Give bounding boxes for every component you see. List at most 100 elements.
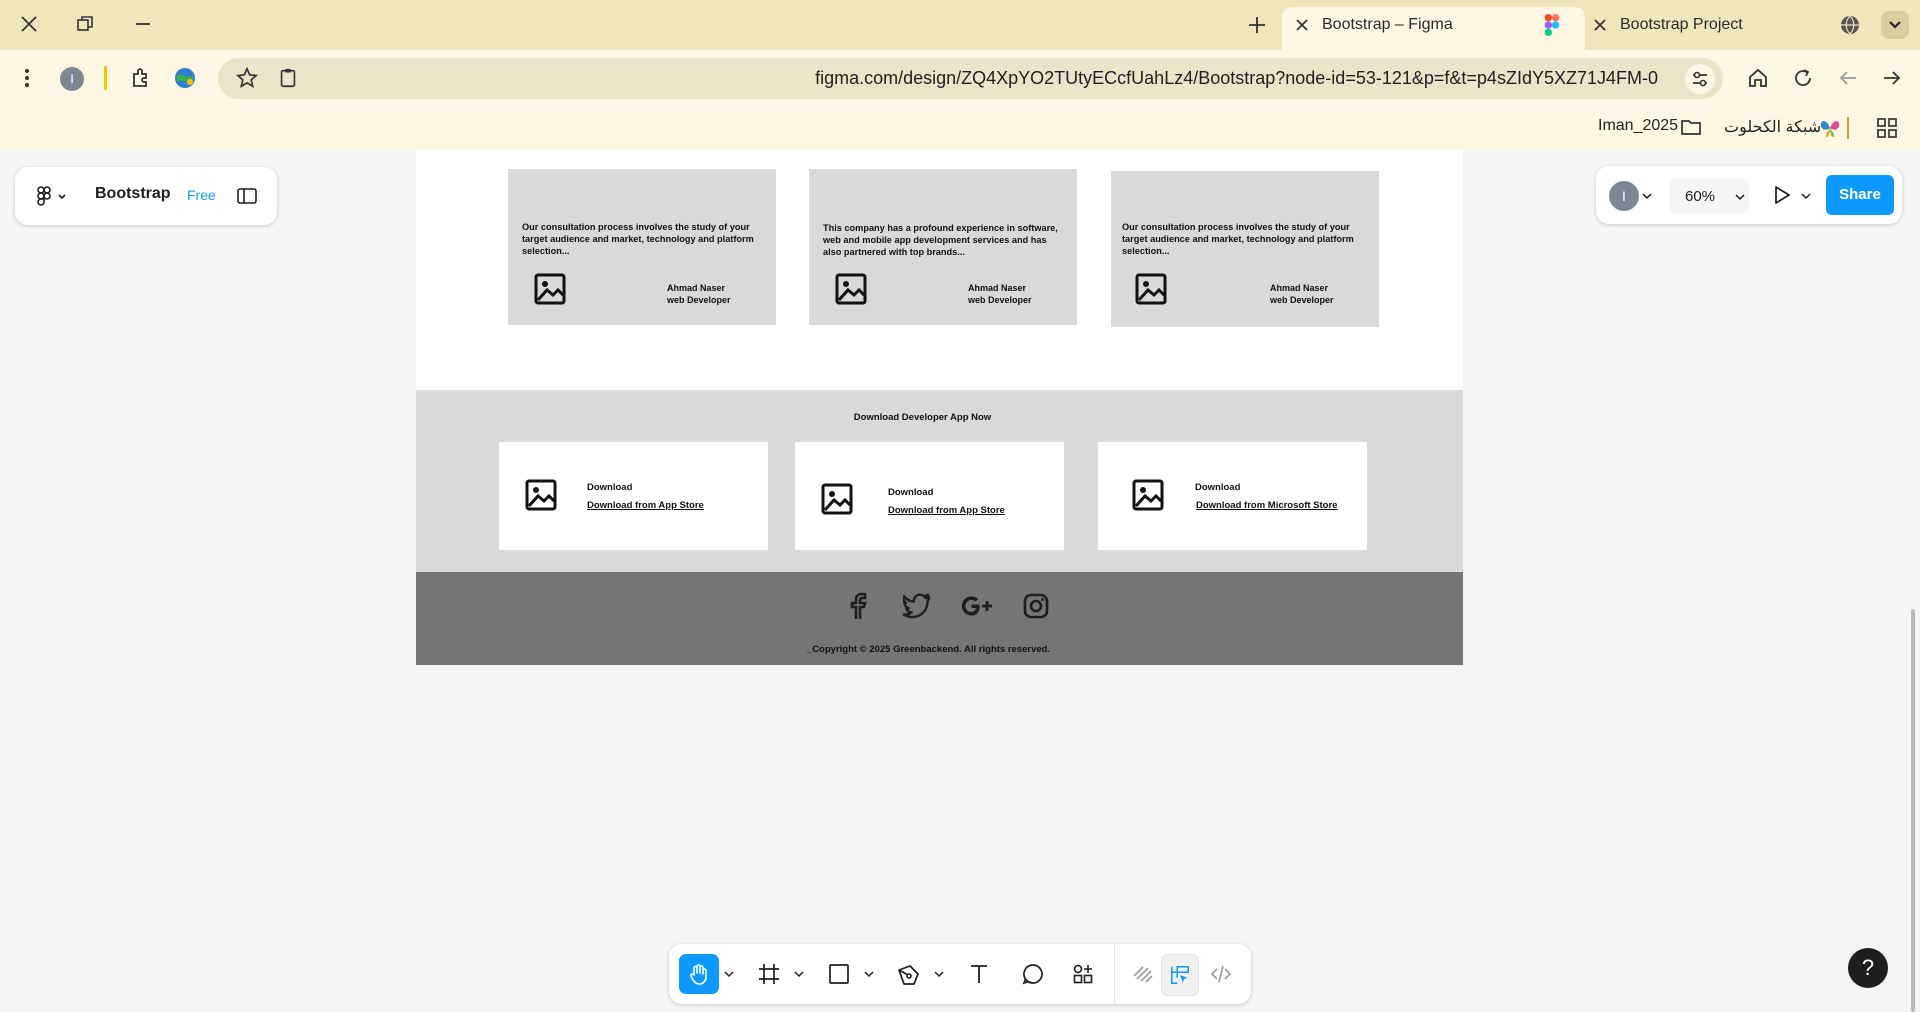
- instagram-icon[interactable]: [1023, 593, 1049, 619]
- help-button[interactable]: ?: [1848, 948, 1888, 988]
- testimonial-text: This company has a profound experience i…: [823, 223, 1058, 257]
- bookmark-folder-label[interactable]: Iman_2025: [1598, 117, 1678, 135]
- collaboration-panel: I 60% Share: [1596, 166, 1902, 224]
- testimonial-author: Ahmad Naser web Developer: [1270, 282, 1334, 306]
- download-link[interactable]: Download from App Store: [587, 500, 704, 511]
- forward-arrow-icon[interactable]: [1880, 66, 1904, 90]
- design-footer[interactable]: _Copyright © 2025 Greenbackend. All righ…: [416, 572, 1463, 665]
- folder-icon[interactable]: [1680, 117, 1702, 137]
- actions-tool-button[interactable]: [1063, 954, 1103, 994]
- restore-window-icon[interactable]: [75, 14, 95, 34]
- clipboard-icon[interactable]: [277, 67, 299, 89]
- tab-title: Bootstrap – Figma: [1322, 16, 1453, 33]
- url-text[interactable]: figma.com/design/ZQ4XpYO2TUtyECcfUahLz4/…: [815, 68, 1658, 89]
- new-tab-icon[interactable]: [1246, 14, 1268, 36]
- chevron-down-icon[interactable]: [721, 954, 737, 994]
- image-placeholder-icon: [525, 479, 557, 511]
- tab-title[interactable]: Bootstrap Project: [1620, 16, 1743, 34]
- download-link[interactable]: Download from Microsoft Store: [1196, 500, 1337, 511]
- author-role: web Developer: [1270, 295, 1334, 305]
- download-link[interactable]: Download from App Store: [888, 505, 1005, 516]
- twitter-icon[interactable]: [903, 593, 931, 619]
- dev-mode-button[interactable]: [1201, 954, 1241, 994]
- rectangle-icon: [829, 964, 849, 984]
- site-settings-button[interactable]: [1685, 64, 1715, 94]
- chevron-down-icon[interactable]: [791, 954, 807, 994]
- file-panel: Bootstrap Free: [15, 167, 277, 225]
- user-avatar[interactable]: I: [1609, 181, 1639, 211]
- author-name: Ahmad Naser: [667, 283, 726, 293]
- minimize-window-icon[interactable]: [133, 14, 153, 34]
- chevron-down-icon[interactable]: [1801, 191, 1811, 201]
- extensions-icon[interactable]: [129, 66, 153, 90]
- reload-icon[interactable]: [1791, 66, 1815, 90]
- download-label: Download: [888, 487, 934, 498]
- draw-mode-button[interactable]: [1123, 954, 1163, 994]
- testimonial-author: Ahmad Naser web Developer: [968, 282, 1032, 306]
- design-frame[interactable]: Our consultation process involves the st…: [416, 149, 1463, 665]
- toolbar-divider: [104, 66, 107, 90]
- pen-tool-button[interactable]: [889, 954, 929, 994]
- figma-canvas[interactable]: Our consultation process involves the st…: [0, 149, 1920, 1012]
- image-placeholder-icon: [1132, 479, 1164, 511]
- chevron-down-icon: [1889, 21, 1901, 29]
- figma-main-menu-button[interactable]: [36, 186, 70, 206]
- zoom-control[interactable]: 60%: [1669, 179, 1749, 213]
- figma-favicon-icon: [1544, 14, 1560, 36]
- download-card[interactable]: Download Download from App Store: [499, 442, 768, 550]
- hand-icon: [690, 964, 707, 985]
- home-icon[interactable]: [1746, 66, 1770, 90]
- code-icon: [1210, 965, 1232, 983]
- testimonial-text: Our consultation process involves the st…: [522, 222, 754, 256]
- globe-favicon-icon: [1840, 15, 1860, 35]
- chevron-down-icon[interactable]: [1642, 191, 1652, 201]
- plan-badge[interactable]: Free: [187, 187, 216, 203]
- tab-search-button[interactable]: [1881, 11, 1909, 39]
- rectangle-tool-button[interactable]: [819, 954, 859, 994]
- apps-grid-icon[interactable]: [1876, 117, 1898, 139]
- image-placeholder-icon: [534, 273, 566, 305]
- tab-bootstrap-figma[interactable]: Bootstrap – Figma: [1282, 7, 1585, 50]
- present-play-icon[interactable]: [1771, 184, 1793, 206]
- author-role: web Developer: [667, 295, 731, 305]
- design-mode-button[interactable]: [1161, 954, 1199, 996]
- zoom-level: 60%: [1685, 188, 1716, 205]
- testimonial-card[interactable]: This company has a profound experience i…: [809, 169, 1077, 325]
- address-bar[interactable]: figma.com/design/ZQ4XpYO2TUtyECcfUahLz4/…: [218, 58, 1723, 99]
- download-label: Download: [1195, 482, 1241, 493]
- close-tab-icon[interactable]: [1293, 16, 1311, 34]
- profile-avatar[interactable]: I: [60, 67, 84, 91]
- pen-icon: [898, 965, 919, 985]
- testimonial-card[interactable]: Our consultation process involves the st…: [508, 169, 776, 325]
- download-card[interactable]: Download Download from App Store: [795, 442, 1064, 550]
- download-card[interactable]: Download Download from Microsoft Store: [1098, 442, 1367, 550]
- tools-toolbar: [669, 944, 1251, 1004]
- download-section[interactable]: Download Developer App Now Download Down…: [416, 390, 1463, 572]
- testimonial-card[interactable]: Our consultation process involves the st…: [1111, 171, 1379, 327]
- browser-menu-icon[interactable]: [16, 67, 38, 89]
- actions-icon: [1073, 964, 1093, 984]
- image-placeholder-icon: [1135, 273, 1167, 305]
- toggle-sidebar-icon[interactable]: [236, 186, 258, 206]
- google-plus-icon[interactable]: [961, 594, 993, 618]
- extension-globe-icon[interactable]: [173, 66, 197, 90]
- chevron-down-icon[interactable]: [861, 954, 877, 994]
- hand-tool-button[interactable]: [679, 954, 719, 994]
- file-name[interactable]: Bootstrap: [95, 185, 171, 203]
- tune-icon: [1693, 71, 1707, 87]
- author-name: Ahmad Naser: [1270, 283, 1329, 293]
- comment-tool-button[interactable]: [1013, 954, 1053, 994]
- close-tab-icon[interactable]: [1591, 16, 1609, 34]
- back-arrow-icon[interactable]: [1836, 66, 1860, 90]
- close-window-icon[interactable]: [18, 13, 40, 35]
- bookmark-star-icon[interactable]: [236, 67, 258, 89]
- chevron-down-icon[interactable]: [931, 954, 947, 994]
- frame-tool-button[interactable]: [749, 954, 789, 994]
- vertical-scrollbar[interactable]: [1911, 609, 1915, 1012]
- bookmark-link-label[interactable]: شبكة الكحلوت: [1724, 117, 1821, 137]
- share-button[interactable]: Share: [1826, 175, 1894, 215]
- copyright-text: _Copyright © 2025 Greenbackend. All righ…: [806, 644, 1051, 655]
- text-tool-button[interactable]: [959, 954, 999, 994]
- facebook-icon[interactable]: [845, 592, 871, 620]
- butterfly-icon[interactable]: [1818, 116, 1842, 140]
